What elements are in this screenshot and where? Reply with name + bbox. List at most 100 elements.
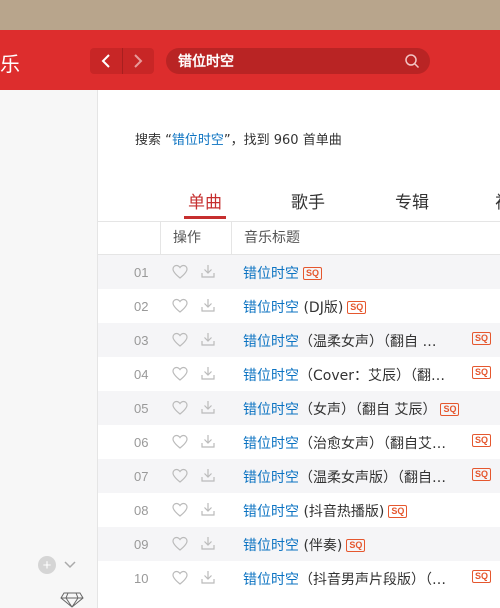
song-title-keyword[interactable]: 错位时空 (243, 402, 299, 418)
song-title-keyword[interactable]: 错位时空 (243, 436, 299, 452)
download-icon[interactable] (200, 365, 216, 381)
download-icon[interactable] (200, 297, 216, 313)
song-title-rest: (抖音热播版) (299, 504, 385, 520)
result-keyword[interactable]: 错位时空 (172, 133, 224, 148)
song-title-keyword[interactable]: 错位时空 (243, 368, 299, 384)
column-title[interactable]: 音乐标题 (231, 222, 300, 255)
search-icon[interactable] (404, 53, 420, 69)
sq-badge: SQ (347, 301, 367, 314)
column-action: 操作 (160, 222, 201, 255)
table-row[interactable]: 01 错位时空 SQ (98, 255, 500, 289)
song-title-keyword[interactable]: 错位时空 (243, 504, 299, 520)
song-table: 操作 音乐标题 01 错位时空 SQ 02 错位时空 (DJ版) SQ 03 错位时空（温柔女… (98, 221, 500, 595)
song-title[interactable]: 错位时空 (伴奏) SQ (243, 535, 366, 555)
download-icon[interactable] (200, 263, 216, 279)
tab-artists[interactable]: 歌手 (291, 188, 325, 213)
tab-songs[interactable]: 单曲 (188, 188, 222, 213)
heart-icon[interactable] (172, 400, 188, 416)
tab-videos[interactable]: 视 (495, 188, 500, 213)
download-icon[interactable] (200, 399, 216, 415)
heart-icon[interactable] (172, 536, 188, 552)
table-row[interactable]: 05 错位时空（女声）（翻自 艾辰） SQ (98, 391, 500, 425)
song-title-rest: （女声）（翻自 艾辰） (299, 402, 437, 418)
download-icon[interactable] (200, 467, 216, 483)
sidebar (0, 90, 98, 608)
song-title-rest: （温柔女声版）（翻自… (299, 470, 446, 486)
table-row[interactable]: 07 错位时空（温柔女声版）（翻自… SQ (98, 459, 500, 493)
heart-icon[interactable] (172, 264, 188, 280)
heart-icon[interactable] (172, 366, 188, 382)
forward-button[interactable] (122, 48, 154, 74)
download-icon[interactable] (200, 535, 216, 551)
result-prefix: 搜索 “ (135, 133, 172, 148)
song-title[interactable]: 错位时空 (DJ版) SQ (243, 297, 367, 317)
diamond-icon[interactable] (60, 591, 84, 608)
song-title-rest: （治愈女声）（翻自艾… (299, 436, 446, 452)
download-icon[interactable] (200, 331, 216, 347)
song-title[interactable]: 错位时空（治愈女声）（翻自艾… (243, 433, 446, 453)
song-title[interactable]: 错位时空（抖音男声片段版）（… (243, 569, 446, 589)
sq-badge: SQ (472, 468, 492, 481)
song-title-rest: （温柔女声）（翻自 … (299, 334, 437, 350)
row-index: 03 (134, 333, 149, 348)
active-tab-underline (184, 216, 226, 219)
song-title-rest: (伴奏) (299, 538, 343, 554)
heart-icon[interactable] (172, 298, 188, 314)
song-title[interactable]: 错位时空（温柔女声）（翻自 … (243, 331, 436, 351)
heart-icon[interactable] (172, 332, 188, 348)
download-icon[interactable] (200, 433, 216, 449)
sq-badge: SQ (440, 403, 460, 416)
song-title[interactable]: 错位时空（Cover：艾辰）（翻… (243, 365, 445, 385)
sq-badge: SQ (472, 434, 492, 447)
song-title-keyword[interactable]: 错位时空 (243, 300, 299, 316)
back-button[interactable] (90, 48, 122, 74)
heart-icon[interactable] (172, 434, 188, 450)
heart-icon[interactable] (172, 502, 188, 518)
chevron-right-icon (134, 54, 143, 68)
chevron-left-icon (101, 54, 110, 68)
sq-badge: SQ (388, 505, 408, 518)
row-index: 09 (134, 537, 149, 552)
song-title-keyword[interactable]: 错位时空 (243, 470, 299, 486)
table-row[interactable]: 06 错位时空（治愈女声）（翻自艾… SQ (98, 425, 500, 459)
add-playlist-icon[interactable]: + (38, 556, 56, 574)
chevron-down-icon[interactable] (62, 556, 78, 572)
row-index: 08 (134, 503, 149, 518)
result-suffix: ”，找到 960 首单曲 (223, 133, 342, 148)
search-input[interactable] (178, 53, 398, 69)
sq-badge: SQ (472, 332, 492, 345)
row-index: 01 (134, 265, 149, 280)
nav-buttons (90, 48, 154, 74)
table-row[interactable]: 09 错位时空 (伴奏) SQ (98, 527, 500, 561)
sq-badge: SQ (346, 539, 366, 552)
song-title[interactable]: 错位时空（女声）（翻自 艾辰） SQ (243, 399, 460, 419)
song-title-keyword[interactable]: 错位时空 (243, 572, 299, 588)
table-row[interactable]: 02 错位时空 (DJ版) SQ (98, 289, 500, 323)
song-title-keyword[interactable]: 错位时空 (243, 538, 299, 554)
search-result-summary: 搜索 “错位时空”，找到 960 首单曲 (135, 129, 342, 148)
sq-badge: SQ (472, 366, 492, 379)
tab-albums[interactable]: 专辑 (395, 188, 429, 213)
window-top-strip (0, 0, 500, 30)
download-icon[interactable] (200, 569, 216, 585)
sq-badge: SQ (472, 570, 492, 583)
heart-icon[interactable] (172, 468, 188, 484)
table-row[interactable]: 10 错位时空（抖音男声片段版）（… SQ (98, 561, 500, 595)
table-row[interactable]: 08 错位时空 (抖音热播版) SQ (98, 493, 500, 527)
heart-icon[interactable] (172, 570, 188, 586)
row-index: 10 (134, 571, 149, 586)
song-title-rest: （抖音男声片段版）（… (299, 572, 446, 588)
song-title-keyword[interactable]: 错位时空 (243, 266, 299, 282)
row-index: 02 (134, 299, 149, 314)
song-title-keyword[interactable]: 错位时空 (243, 334, 299, 350)
download-icon[interactable] (200, 501, 216, 517)
song-title[interactable]: 错位时空 (抖音热播版) SQ (243, 501, 408, 521)
row-index: 05 (134, 401, 149, 416)
row-index: 07 (134, 469, 149, 484)
table-row[interactable]: 03 错位时空（温柔女声）（翻自 … SQ (98, 323, 500, 357)
song-title[interactable]: 错位时空（温柔女声版）（翻自… (243, 467, 446, 487)
table-row[interactable]: 04 错位时空（Cover：艾辰）（翻… SQ (98, 357, 500, 391)
result-tabs: 单曲 歌手 专辑 视 (98, 180, 500, 220)
song-title[interactable]: 错位时空 SQ (243, 263, 323, 283)
search-box (166, 48, 430, 74)
